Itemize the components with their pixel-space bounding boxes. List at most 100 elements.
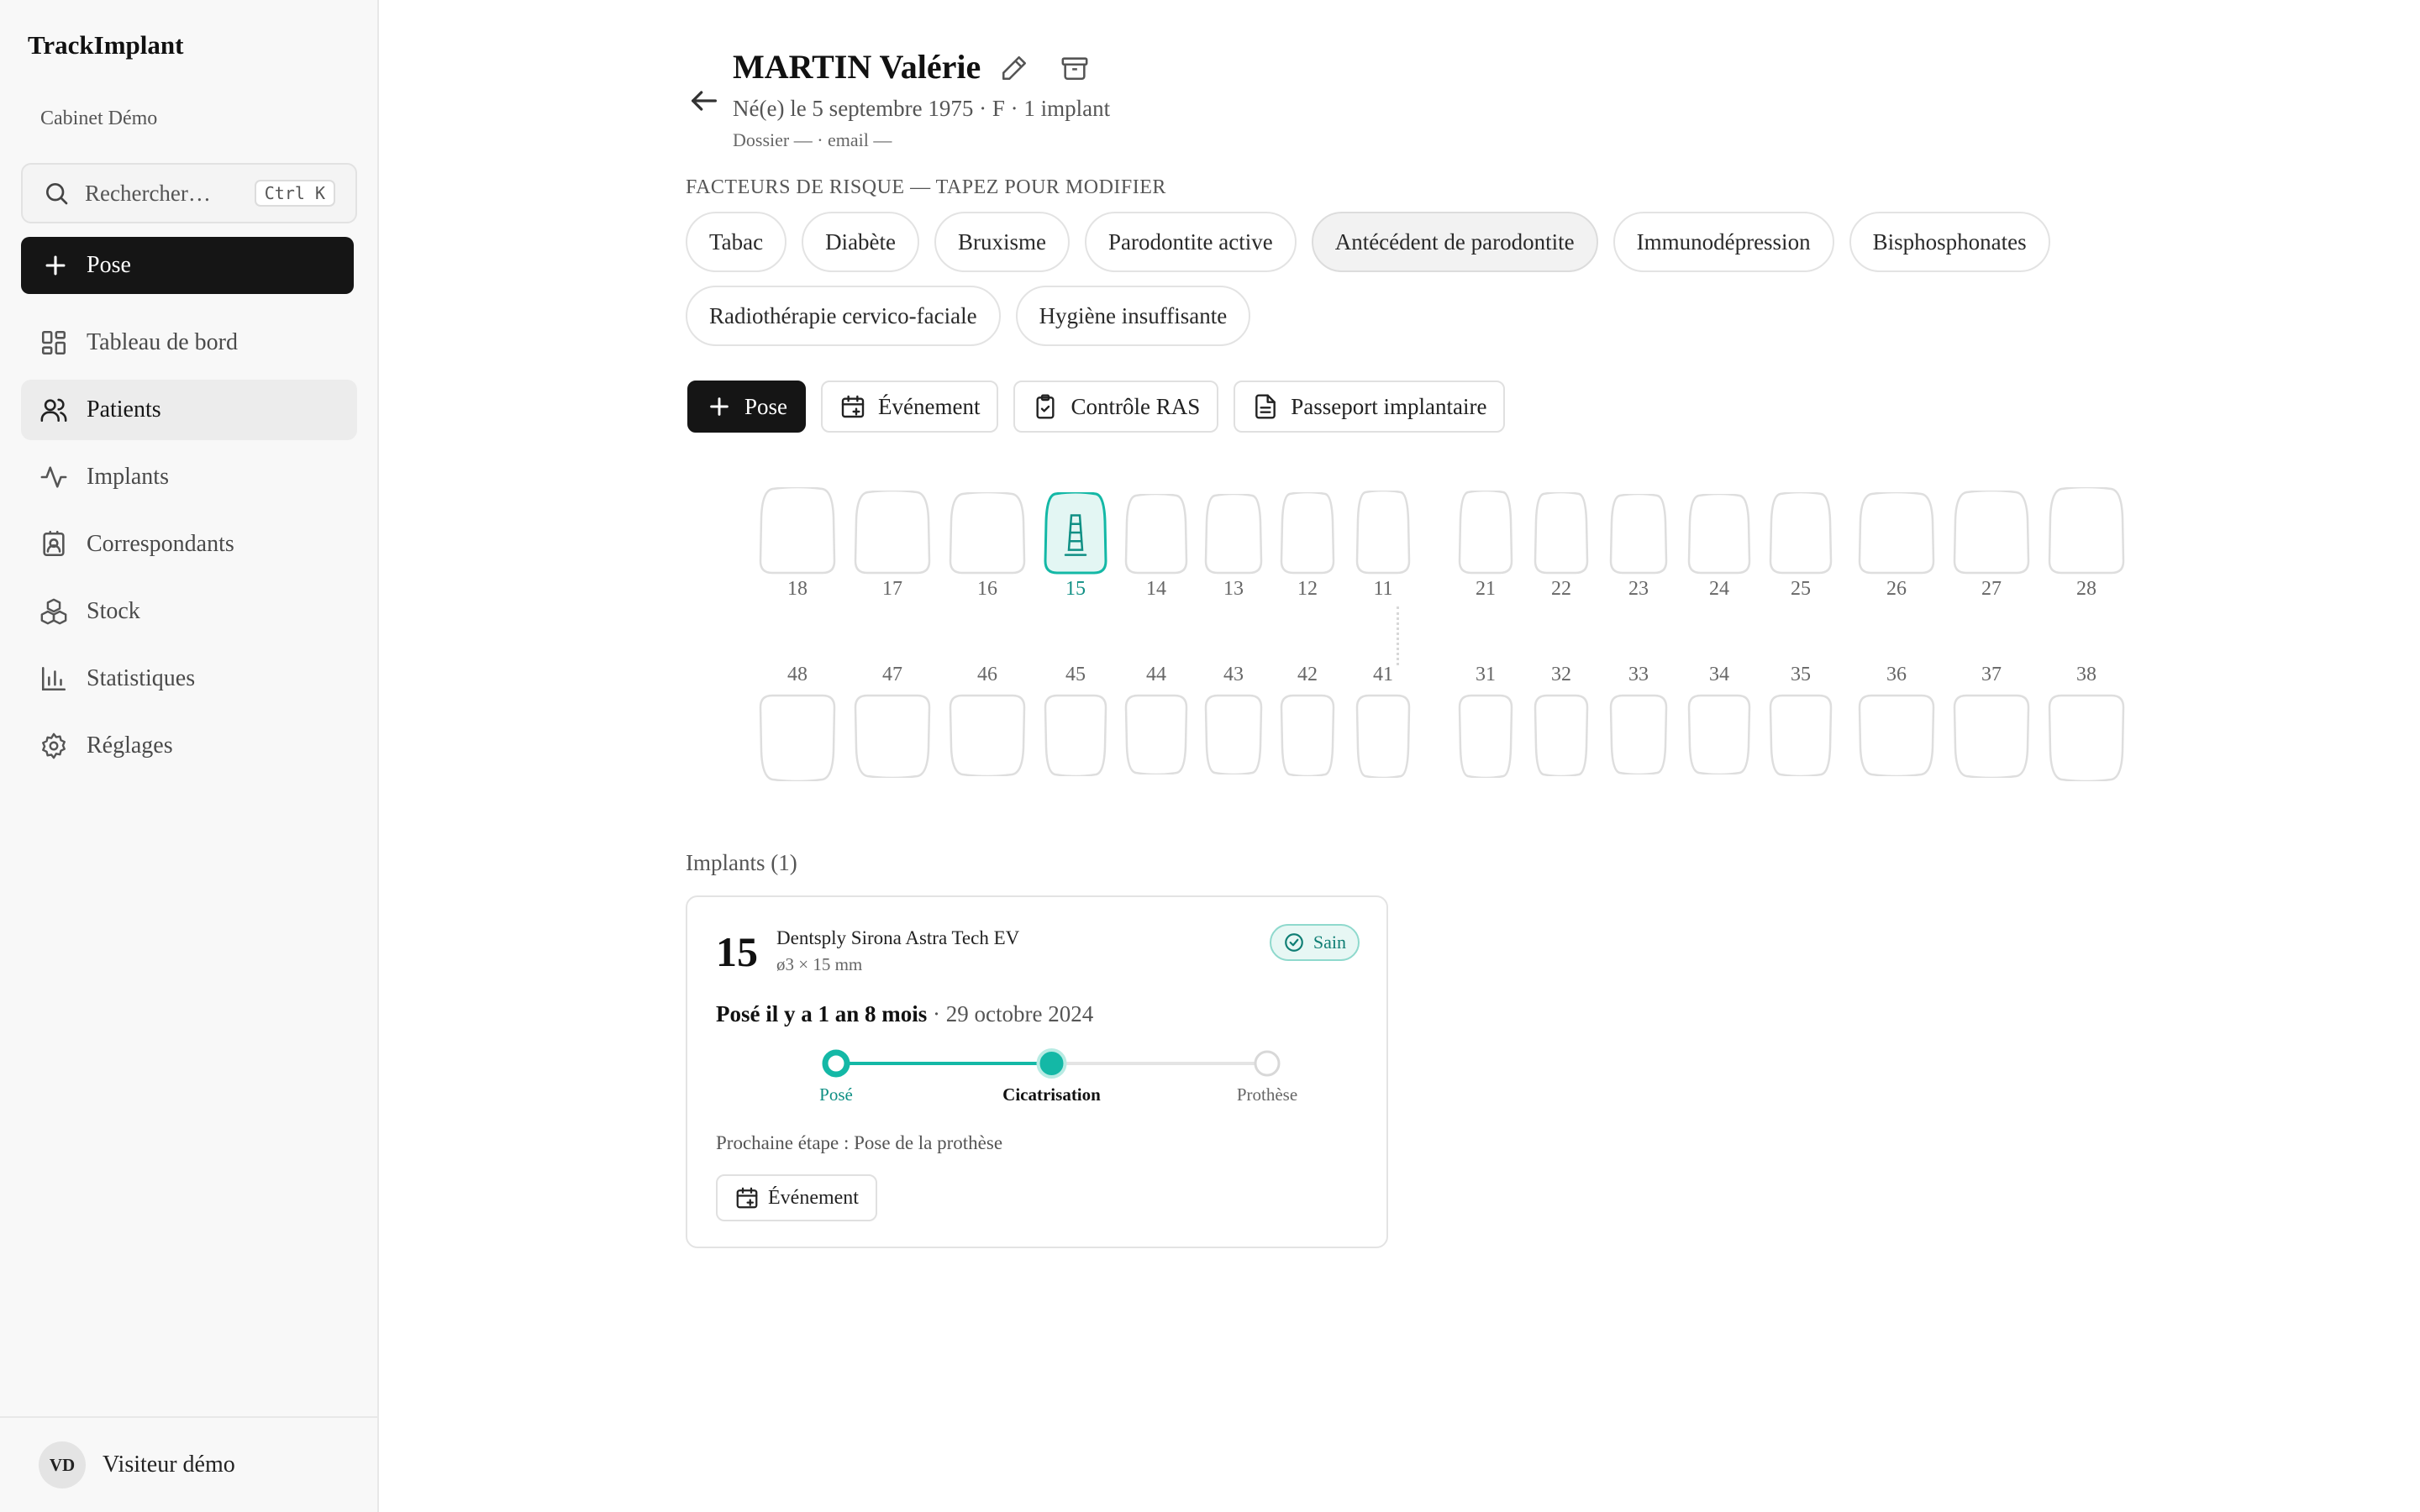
tooth-24[interactable] — [1687, 494, 1751, 575]
tooth-label: 35 — [1791, 664, 1811, 685]
tooth-14[interactable] — [1124, 494, 1188, 575]
tooth-33[interactable] — [1609, 694, 1668, 774]
tooth-label: 25 — [1791, 578, 1811, 600]
tooth-11[interactable] — [1355, 491, 1411, 575]
sidebar-item-statistics[interactable]: Statistiques — [21, 648, 357, 709]
passport-label: Passeport implantaire — [1291, 393, 1487, 419]
search-icon — [46, 183, 68, 205]
progress-step-label: Prothèse — [1237, 1084, 1297, 1105]
sidebar-item-patients[interactable]: Patients — [21, 380, 357, 440]
tooth-27[interactable] — [1953, 491, 2030, 575]
tooth-46[interactable] — [949, 694, 1026, 776]
new-pose-button[interactable]: Pose — [21, 237, 354, 294]
risk-chip-diabete[interactable]: Diabète — [802, 212, 920, 272]
tooth-label: 26 — [1886, 578, 1907, 600]
tooth-label: 27 — [1981, 578, 2002, 600]
tooth-47[interactable] — [854, 694, 931, 778]
status-label: Sain — [1313, 932, 1346, 953]
sidebar-item-label: Correspondants — [87, 531, 234, 557]
tooth-22[interactable] — [1534, 492, 1589, 575]
risk-factors-title: Facteurs de risque — tapez pour modifier — [686, 176, 1166, 198]
tooth-42[interactable] — [1280, 694, 1335, 776]
tooth-48[interactable] — [759, 694, 836, 781]
risk-chip-bisphosphonates[interactable]: Bisphosphonates — [1849, 212, 2050, 272]
tooth-13[interactable] — [1204, 494, 1263, 575]
app-logo[interactable]: TrackImplant — [28, 30, 183, 60]
tooth-38[interactable] — [2048, 694, 2125, 781]
sidebar-item-label: Implants — [87, 464, 169, 490]
gear-icon — [42, 732, 66, 759]
sidebar-item-correspondants[interactable]: Correspondants — [21, 514, 357, 575]
implant-since-date: · 29 octobre 2024 — [933, 1001, 1094, 1026]
tooth-12[interactable] — [1280, 492, 1335, 575]
check-circle-icon — [1285, 933, 1303, 952]
tooth-17[interactable] — [854, 491, 931, 575]
tooth-label: 32 — [1551, 664, 1571, 685]
implant-dimensions: ø3 × 15 mm — [776, 954, 863, 974]
tooth-21[interactable] — [1458, 491, 1513, 575]
back-arrow-icon[interactable] — [687, 84, 721, 118]
tooth-28[interactable] — [2048, 487, 2125, 575]
risk-chip-parodontite-active[interactable]: Parodontite active — [1085, 212, 1297, 272]
progress-step-dot — [1036, 1048, 1067, 1079]
tooth-35[interactable] — [1769, 694, 1833, 776]
tooth-23[interactable] — [1609, 494, 1668, 575]
control-ras-button[interactable]: Contrôle RAS — [1013, 381, 1219, 433]
tooth-36[interactable] — [1858, 694, 1935, 776]
tooth-label: 37 — [1981, 664, 2002, 685]
search-placeholder: Rechercher… — [85, 180, 211, 206]
risk-factor-chips: Tabac Diabète Bruxisme Parodontite activ… — [686, 212, 2081, 346]
tooth-18[interactable] — [759, 487, 836, 575]
patient-name: MARTIN Valérie — [733, 48, 981, 86]
tooth-label: 47 — [882, 664, 902, 685]
tooth-45[interactable] — [1044, 694, 1107, 776]
event-button-label: Événement — [878, 393, 981, 419]
implant-card[interactable]: 15 Dentsply Sirona Astra Tech EV ø3 × 15… — [686, 895, 1388, 1248]
card-event-button[interactable]: Événement — [716, 1174, 877, 1221]
tooth-label: 44 — [1146, 664, 1166, 685]
risk-chip-hygiene[interactable]: Hygiène insuffisante — [1015, 286, 1251, 346]
pencil-icon[interactable] — [1000, 54, 1028, 82]
risk-chip-radiotherapie[interactable]: Radiothérapie cervico-faciale — [686, 286, 1001, 346]
sidebar-item-settings[interactable]: Réglages — [21, 716, 357, 776]
tooth-32[interactable] — [1534, 694, 1589, 776]
tooth-16[interactable] — [949, 492, 1026, 575]
sidebar-item-implants[interactable]: Implants — [21, 447, 357, 507]
tooth-44[interactable] — [1124, 694, 1188, 774]
tooth-label: 31 — [1476, 664, 1496, 685]
sidebar-nav: Tableau de bord Patients Implants Corres… — [21, 312, 357, 783]
search-input[interactable]: Rechercher… Ctrl K — [21, 163, 357, 223]
passport-button[interactable]: Passeport implantaire — [1234, 381, 1506, 433]
tooth-label: 28 — [2076, 578, 2096, 600]
tooth-26[interactable] — [1858, 492, 1935, 575]
pose-button[interactable]: Pose — [687, 381, 807, 433]
tooth-label: 48 — [787, 664, 808, 685]
sidebar-item-stock[interactable]: Stock — [21, 581, 357, 642]
tooth-34[interactable] — [1687, 694, 1751, 774]
risk-chip-immunodepression[interactable]: Immunodépression — [1612, 212, 1834, 272]
tooth-25[interactable] — [1769, 492, 1833, 575]
user-menu[interactable]: VD Visiteur démo — [0, 1416, 379, 1512]
archive-icon[interactable] — [1060, 54, 1089, 82]
risk-chip-antecedent-parodontite[interactable]: Antécédent de parodontite — [1311, 212, 1598, 272]
tooth-37[interactable] — [1953, 694, 2030, 778]
cabinet-name: Cabinet Démo — [40, 108, 158, 129]
users-icon — [40, 398, 67, 423]
risk-chip-bruxisme[interactable]: Bruxisme — [934, 212, 1071, 272]
tooth-label: 15 — [1065, 578, 1086, 600]
status-badge: Sain — [1269, 924, 1360, 961]
tooth-implant-15[interactable] — [1044, 492, 1107, 575]
implant-since: Posé il y a 1 an 8 mois · 29 octobre 202… — [716, 1001, 1093, 1027]
sidebar-item-dashboard[interactable]: Tableau de bord — [21, 312, 357, 373]
implant-brand: Dentsply Sirona Astra Tech EV — [776, 927, 1020, 948]
tooth-label: 16 — [977, 578, 997, 600]
event-button[interactable]: Événement — [821, 381, 999, 433]
tooth-31[interactable] — [1458, 694, 1513, 778]
action-bar: Pose Événement Contrôle RAS Passeport im… — [687, 381, 1506, 433]
tooth-43[interactable] — [1204, 694, 1263, 774]
card-event-label: Événement — [768, 1186, 859, 1209]
risk-chip-tabac[interactable]: Tabac — [686, 212, 787, 272]
calendar-plus-icon — [841, 395, 865, 418]
tooth-41[interactable] — [1355, 694, 1411, 778]
avatar: VD — [39, 1441, 86, 1488]
